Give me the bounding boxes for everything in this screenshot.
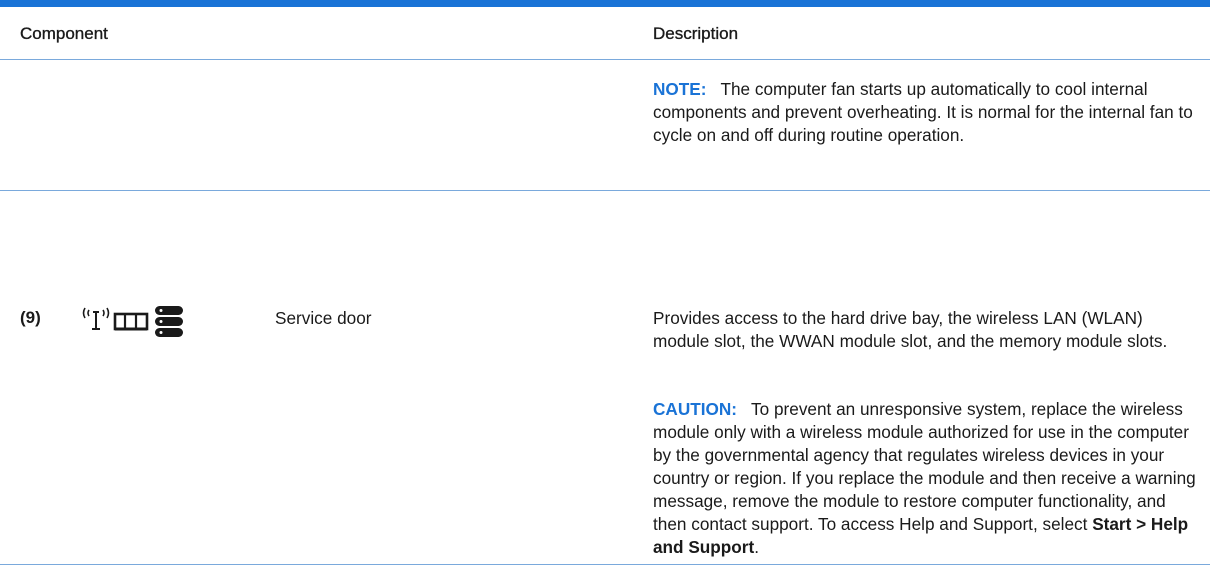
header-component: Component	[20, 24, 108, 43]
note-text: The computer fan starts up automatically…	[653, 79, 1193, 145]
description-paragraph: Provides access to the hard drive bay, t…	[653, 308, 1168, 351]
top-rule	[0, 0, 1210, 7]
wireless-icon	[82, 307, 110, 330]
note-paragraph: NOTE: The computer fan starts up automat…	[653, 78, 1198, 147]
caution-paragraph: CAUTION: To prevent an unresponsive syst…	[653, 398, 1198, 559]
caution-label: CAUTION:	[653, 399, 738, 419]
note-label: NOTE:	[653, 79, 707, 99]
item-name: Service door	[275, 308, 372, 328]
table-header: Component Description	[0, 7, 1210, 60]
item-number: (9)	[20, 308, 41, 327]
hard-drive-icon	[155, 306, 183, 337]
row-divider	[0, 190, 1210, 191]
memory-module-icon	[113, 312, 149, 331]
header-description: Description	[653, 24, 739, 43]
item-icons	[82, 306, 183, 337]
caution-end: .	[754, 537, 759, 557]
